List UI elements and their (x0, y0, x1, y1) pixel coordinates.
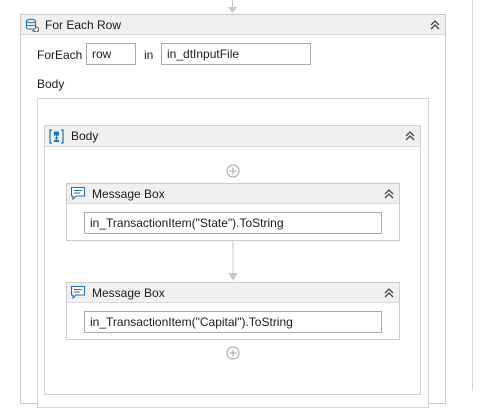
for-each-row-title: For Each Row (45, 18, 122, 32)
message-box-header[interactable]: Message Box (67, 283, 399, 303)
message-box-header[interactable]: Message Box (67, 184, 399, 204)
connector-arrow-icon (228, 241, 238, 281)
double-chevron-up-icon[interactable] (383, 287, 395, 299)
message-box-activity[interactable]: Message Box in_TransactionItem("Capital"… (66, 282, 400, 340)
body-sequence-title: Body (71, 129, 99, 143)
for-each-row-header[interactable]: For Each Row (21, 15, 445, 35)
foreach-collection-input[interactable]: in_dtInputFile (161, 43, 311, 65)
message-box-title: Message Box (92, 187, 165, 201)
plus-circle-icon[interactable] (226, 346, 240, 360)
body-sequence-header[interactable]: Body (45, 126, 420, 147)
in-label: in (144, 48, 154, 62)
message-box-text-input[interactable]: in_TransactionItem("Capital").ToString (84, 311, 382, 333)
message-box-icon (70, 285, 86, 300)
sequence-icon (49, 129, 64, 144)
foreach-item-input[interactable]: row (86, 43, 136, 65)
message-box-icon (70, 186, 86, 201)
body-label: Body (37, 77, 65, 91)
double-chevron-up-icon[interactable] (429, 19, 441, 31)
message-box-activity[interactable]: Message Box in_TransactionItem("State").… (66, 183, 400, 241)
database-loop-icon (26, 18, 39, 32)
body-sequence[interactable]: Body Message Box in_TransactionItem("Sta… (44, 125, 421, 395)
canvas-right-edge (472, 0, 473, 391)
double-chevron-up-icon[interactable] (404, 130, 416, 142)
incoming-arrow-icon (228, 0, 237, 13)
message-box-text-input[interactable]: in_TransactionItem("State").ToString (84, 212, 382, 234)
double-chevron-up-icon[interactable] (383, 188, 395, 200)
message-box-title: Message Box (92, 286, 165, 300)
foreach-label: ForEach (37, 48, 83, 62)
plus-circle-icon[interactable] (226, 164, 240, 178)
